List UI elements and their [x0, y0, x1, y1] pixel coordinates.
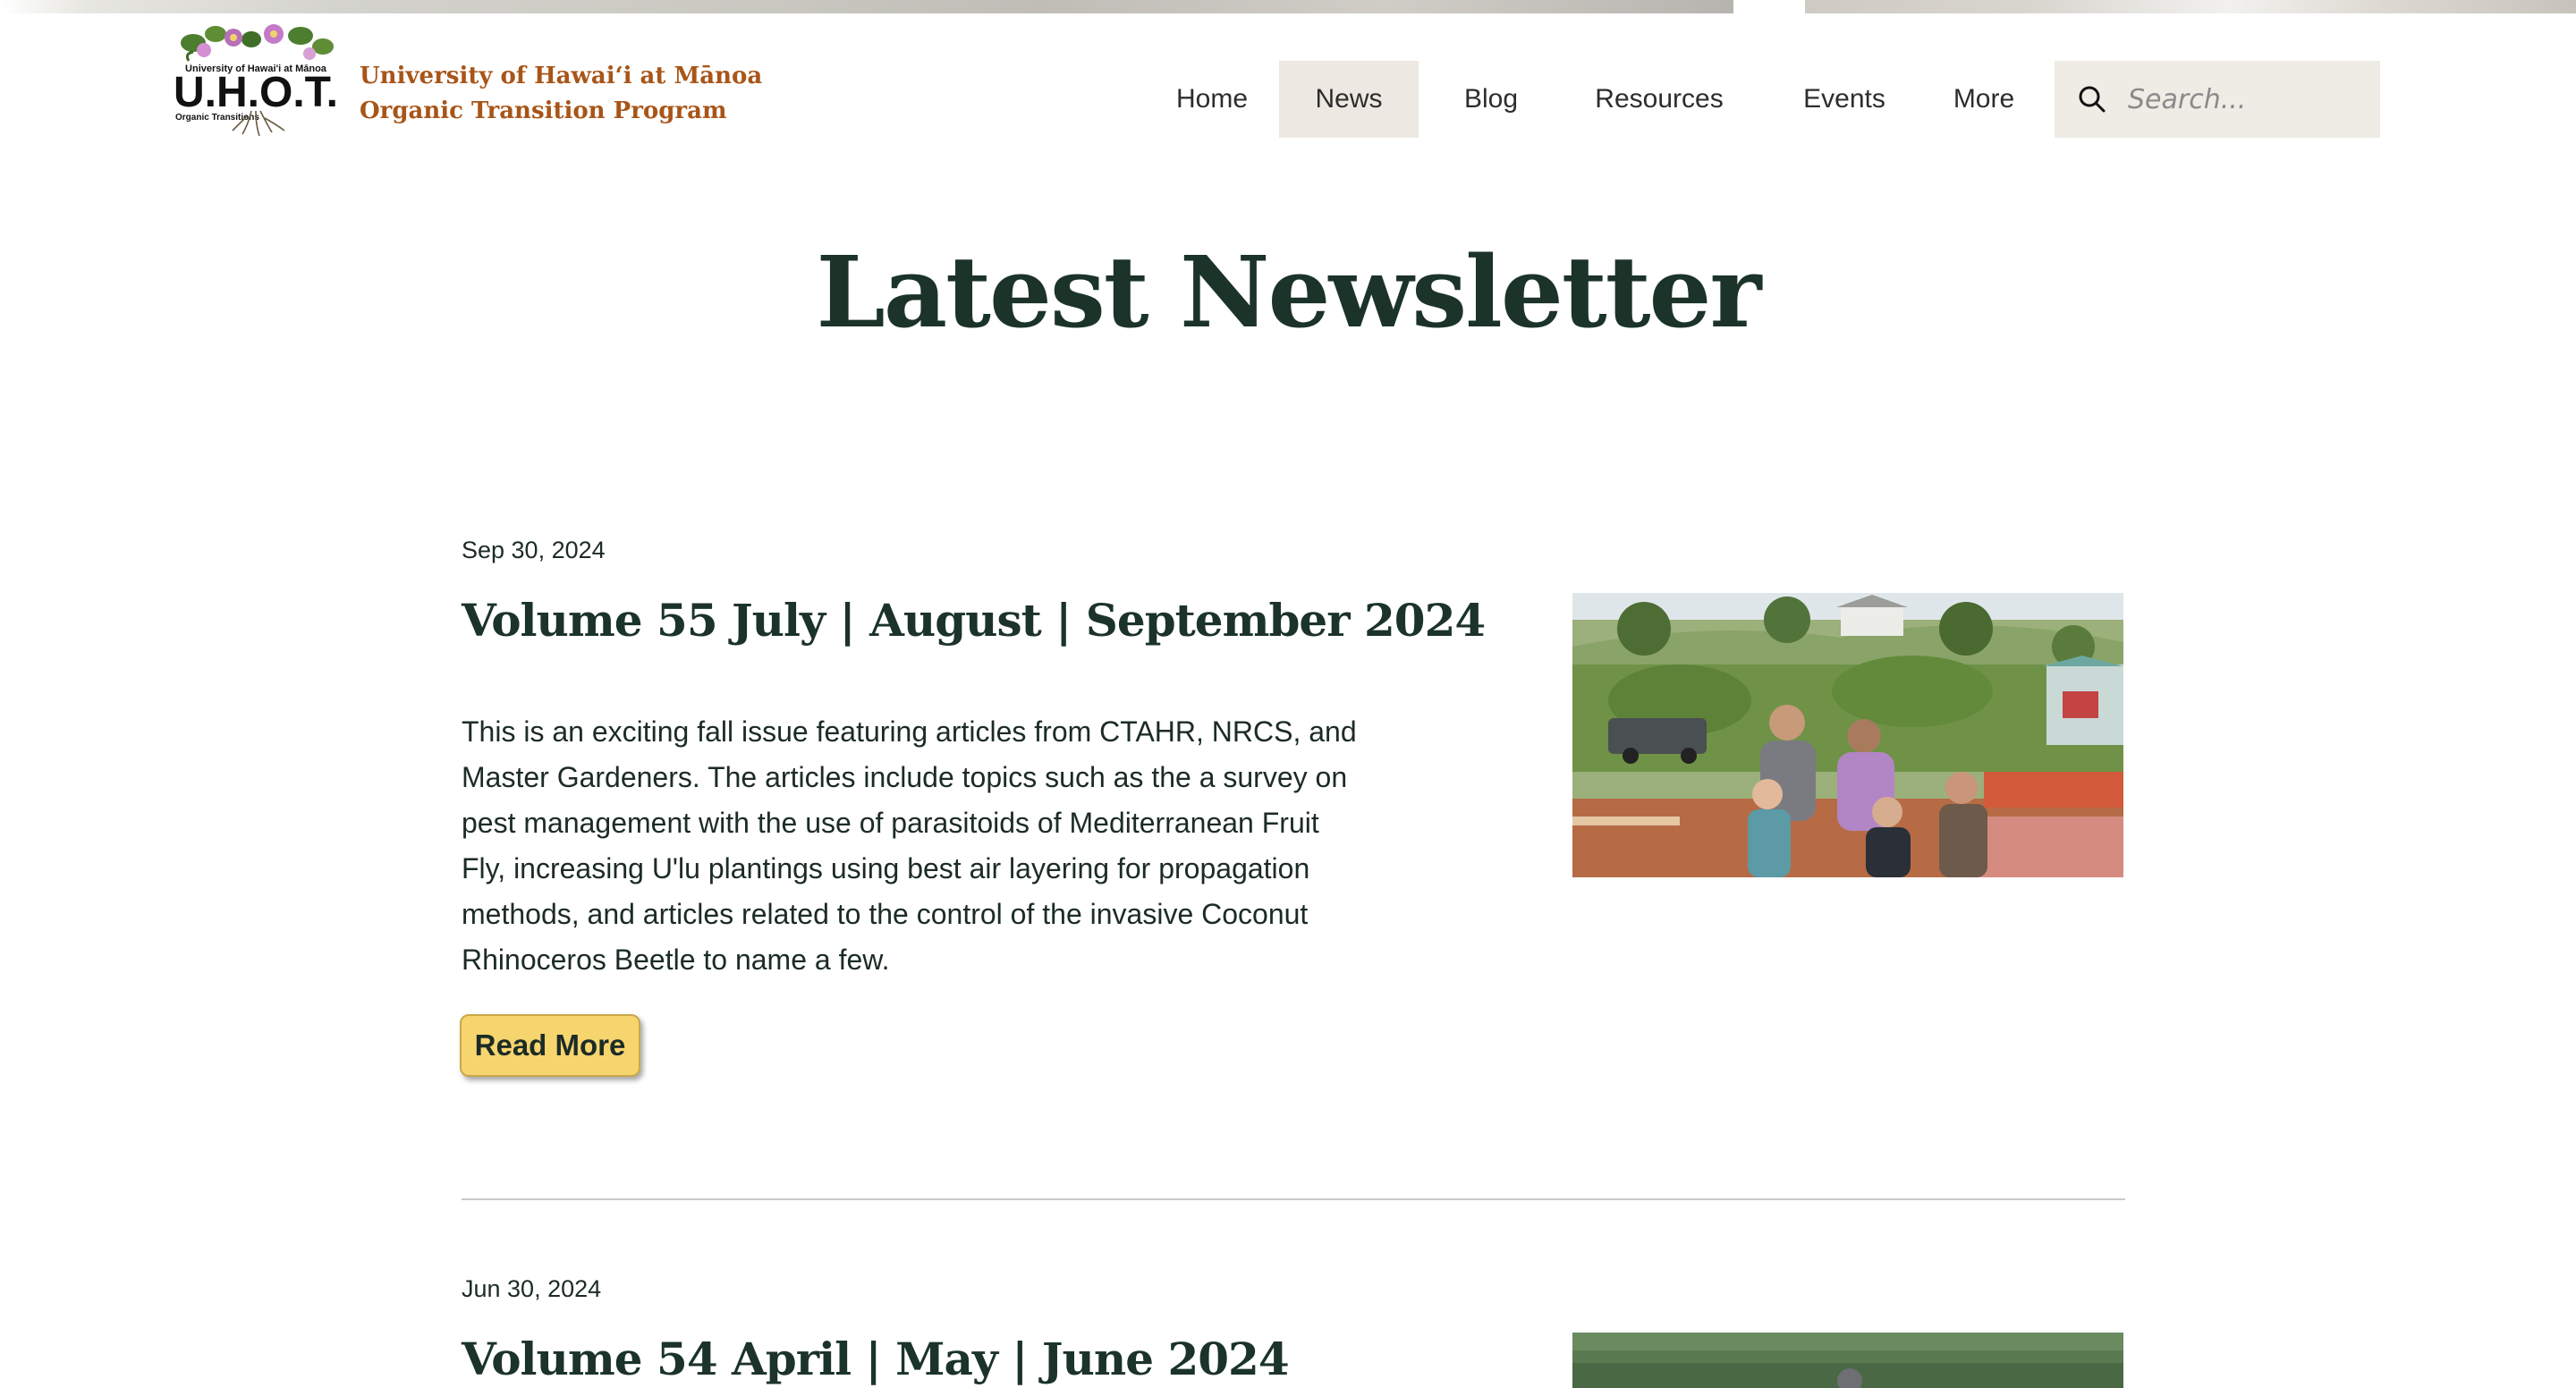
- logo-sub-text: Organic Transitions: [175, 113, 259, 123]
- nav-item-resources[interactable]: Resources: [1563, 61, 1755, 138]
- brand-line-program: Organic Transition Program: [360, 97, 727, 124]
- post-excerpt-line: Master Gardeners. The articles include t…: [462, 761, 1348, 793]
- nav-item-events[interactable]: Events: [1755, 61, 1934, 138]
- post-title[interactable]: Volume 55 July | August | September 2024: [462, 594, 1486, 647]
- search-input[interactable]: [2126, 82, 2371, 116]
- newsletter-photo-field: [1572, 1333, 2123, 1388]
- nav-item-news[interactable]: News: [1279, 61, 1419, 138]
- post-excerpt-line: pest management with the use of parasito…: [462, 807, 1319, 839]
- brand-line-university: University of Hawaiʻi at Mānoa: [360, 63, 763, 89]
- logo-graphic: University of Hawai'i at Mānoa U.H.O.T. …: [174, 24, 338, 137]
- nav-item-more[interactable]: More: [1934, 61, 2034, 138]
- search-box[interactable]: [2055, 61, 2380, 138]
- post-excerpt-line: Fly, increasing U'lu plantings using bes…: [462, 852, 1310, 884]
- site-logo[interactable]: University of Hawai'i at Mānoa U.H.O.T. …: [166, 18, 345, 139]
- search-icon[interactable]: [2076, 83, 2108, 115]
- post-divider: [462, 1198, 2125, 1200]
- page-title: Latest Newsletter: [816, 234, 1762, 350]
- post-excerpt-line: Rhinoceros Beetle to name a few.: [462, 944, 890, 976]
- post-image[interactable]: [1572, 1333, 2123, 1388]
- post-excerpt-line: methods, and articles related to the con…: [462, 898, 1309, 930]
- header-background-image-right: [1805, 0, 2576, 13]
- header-background-image: [0, 0, 1733, 13]
- read-more-button[interactable]: Read More: [460, 1014, 640, 1077]
- main-nav: Home News Blog Resources Events More: [1145, 61, 2034, 138]
- post-date: Sep 30, 2024: [462, 537, 606, 563]
- post-excerpt-line: This is an exciting fall issue featuring…: [462, 715, 1357, 748]
- site-brand[interactable]: University of Hawaiʻi at Mānoa Organic T…: [360, 59, 763, 129]
- post-image[interactable]: [1572, 593, 2123, 877]
- logo-main-text: U.H.O.T.: [174, 69, 338, 116]
- post-title[interactable]: Volume 54 April | May | June 2024: [462, 1333, 1290, 1385]
- nav-item-home[interactable]: Home: [1145, 61, 1279, 138]
- nav-item-blog[interactable]: Blog: [1419, 61, 1563, 138]
- newsletter-photo-family: [1572, 593, 2123, 877]
- post-excerpt: This is an exciting fall issue featuring…: [462, 709, 1383, 983]
- post-date: Jun 30, 2024: [462, 1275, 602, 1302]
